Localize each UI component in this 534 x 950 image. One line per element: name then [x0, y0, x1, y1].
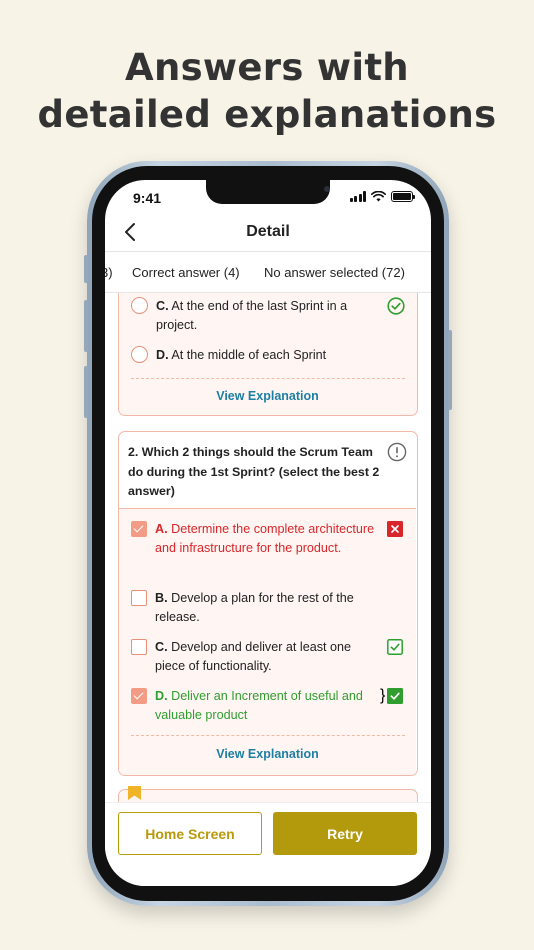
status-time: 9:41: [133, 190, 162, 206]
question-text: 2. Which 2 things should the Scrum Team …: [128, 445, 380, 498]
view-explanation-link[interactable]: View Explanation: [119, 389, 416, 403]
filter-tabs: 3) Correct answer (4) No answer selected…: [105, 251, 431, 293]
checkbox-unchecked[interactable]: [131, 590, 147, 606]
correct-outline-check-icon: [387, 639, 403, 655]
report-exclamation-icon[interactable]: [387, 442, 407, 462]
option-text: B. Develop a plan for the rest of the re…: [155, 591, 354, 624]
tab-no-answer-selected[interactable]: No answer selected (72): [264, 265, 405, 280]
app-screen: 9:41 Detail 3) Correct answer (4) No ans…: [105, 180, 431, 886]
divider: [131, 735, 405, 736]
battery-icon: [391, 191, 415, 202]
option-d[interactable]: D. Deliver an Increment of useful and va…: [131, 687, 405, 725]
question-card-2: 2. Which 2 things should the Scrum Team …: [118, 431, 418, 776]
bookmark-icon: [128, 786, 141, 800]
radio-button[interactable]: [131, 297, 148, 314]
phone-mute-switch: [84, 255, 88, 283]
bottom-action-bar: Home Screen Retry: [105, 802, 431, 886]
checkbox-unchecked[interactable]: [131, 639, 147, 655]
option-b[interactable]: B. Develop a plan for the rest of the re…: [131, 589, 405, 627]
radio-button[interactable]: [131, 346, 148, 363]
question-card-3: [118, 786, 418, 803]
option-a[interactable]: A. Determine the complete architecture a…: [131, 520, 405, 558]
tab-correct-answer[interactable]: Correct answer (4): [132, 265, 240, 280]
option-text: D. Deliver an Increment of useful and va…: [155, 689, 363, 722]
correct-filled-check-icon: [387, 688, 403, 704]
headline-line-1: Answers with: [125, 46, 409, 89]
headline: Answers with detailed explanations: [0, 44, 534, 138]
home-screen-button[interactable]: Home Screen: [118, 812, 262, 855]
view-explanation-link[interactable]: View Explanation: [119, 747, 416, 761]
headline-line-2: detailed explanations: [37, 93, 497, 136]
retry-button[interactable]: Retry: [273, 812, 417, 855]
tab-partial[interactable]: 3): [105, 265, 113, 280]
answer-options: A. Determine the complete architecture a…: [119, 508, 416, 775]
question-card-1: C. At the end of the last Sprint in a pr…: [118, 293, 418, 416]
option-d[interactable]: D. At the middle of each Sprint: [131, 346, 405, 365]
wrong-x-icon: [387, 521, 403, 537]
status-icons: [349, 191, 415, 202]
nav-bar: Detail: [105, 218, 431, 250]
option-c[interactable]: C. At the end of the last Sprint in a pr…: [131, 297, 405, 335]
option-text: C. Develop and deliver at least one piec…: [155, 640, 352, 673]
phone-volume-up: [84, 300, 88, 352]
option-text: A. Determine the complete architecture a…: [155, 522, 375, 555]
wifi-icon: [371, 191, 386, 202]
checkbox-checked[interactable]: [131, 521, 147, 537]
signal-icon: [349, 191, 366, 202]
checkbox-checked[interactable]: [131, 688, 147, 704]
option-c[interactable]: C. Develop and deliver at least one piec…: [131, 638, 405, 676]
question-list: C. At the end of the last Sprint in a pr…: [105, 293, 431, 803]
camera-icon: [324, 186, 330, 192]
option-text: D. At the middle of each Sprint: [156, 348, 327, 362]
phone-volume-down: [84, 366, 88, 418]
phone-power-button: [448, 330, 452, 410]
notch: [206, 180, 330, 204]
page-title: Detail: [246, 223, 290, 240]
option-text: C. At the end of the last Sprint in a pr…: [156, 299, 348, 332]
divider: [131, 378, 405, 379]
correct-circle-check-icon: [387, 297, 405, 315]
